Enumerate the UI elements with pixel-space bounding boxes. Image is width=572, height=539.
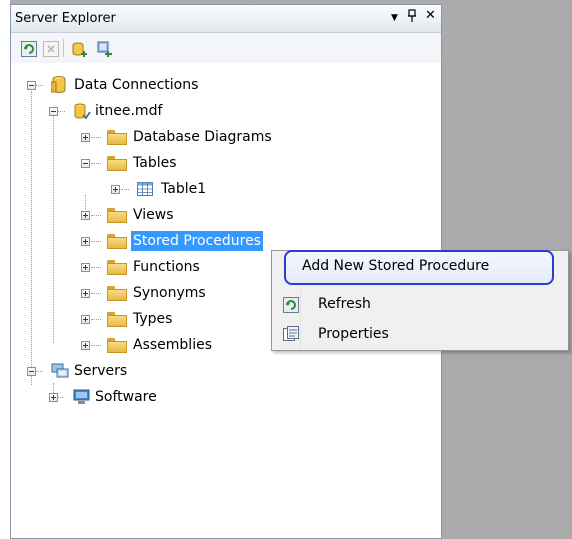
tree-label: Assemblies	[133, 337, 212, 353]
tree-node-database-diagrams[interactable]: Database Diagrams	[11, 127, 331, 147]
tree-label: Types	[133, 311, 173, 327]
menu-item-label: Refresh	[318, 296, 371, 312]
tree-node-database[interactable]: itnee.mdf	[11, 101, 271, 121]
collapse-toggle[interactable]	[27, 81, 36, 90]
tree-label: Servers	[74, 363, 128, 379]
folder-icon	[107, 260, 127, 275]
properties-icon	[283, 326, 299, 346]
close-icon[interactable]: ✕	[425, 8, 436, 23]
menu-item-label: Add New Stored Procedure	[302, 258, 490, 274]
computer-icon	[73, 389, 91, 409]
folder-icon	[107, 286, 127, 301]
tree-node-stored-procedures[interactable]: Stored Procedures	[11, 231, 311, 251]
expand-toggle[interactable]	[111, 185, 120, 194]
folder-icon	[107, 234, 127, 249]
toolbar-separator	[63, 39, 64, 57]
pin-icon[interactable]	[407, 9, 417, 27]
panel-toolbar	[11, 33, 441, 63]
tree-node-types[interactable]: Types	[11, 309, 271, 329]
data-connections-icon	[50, 76, 67, 98]
servers-icon	[51, 363, 69, 383]
tree-node-tables[interactable]: Tables	[11, 153, 271, 173]
tree-node-views[interactable]: Views	[11, 205, 271, 225]
collapse-toggle[interactable]	[81, 159, 90, 168]
tree-label: Data Connections	[74, 77, 199, 93]
folder-icon	[107, 130, 127, 145]
tree-node-synonyms[interactable]: Synonyms	[11, 283, 271, 303]
tree-node-data-connections[interactable]: Data Connections	[11, 75, 271, 95]
tree-label: Table1	[161, 181, 207, 197]
expand-toggle[interactable]	[81, 211, 90, 220]
expand-toggle[interactable]	[81, 289, 90, 298]
connect-to-server-icon[interactable]	[95, 41, 113, 57]
tree-label: itnee.mdf	[95, 103, 163, 119]
folder-icon	[107, 208, 127, 223]
refresh-icon	[283, 297, 299, 317]
tree-node-software[interactable]: Software	[11, 387, 271, 407]
folder-icon	[107, 312, 127, 327]
expand-toggle[interactable]	[81, 341, 90, 350]
tree-label: Database Diagrams	[133, 129, 272, 145]
tree-label: Views	[133, 207, 174, 223]
folder-icon	[107, 156, 127, 171]
menu-item-properties[interactable]: Properties	[274, 321, 566, 349]
tree-label: Software	[95, 389, 157, 405]
tree-node-servers[interactable]: Servers	[11, 361, 271, 381]
tree-node-table1[interactable]: Table1	[11, 179, 271, 199]
dropdown-arrow-icon[interactable]: ▼	[391, 13, 398, 23]
table-icon	[137, 182, 153, 200]
expand-toggle[interactable]	[81, 263, 90, 272]
connect-to-database-icon[interactable]	[71, 41, 89, 57]
expand-toggle[interactable]	[81, 237, 90, 246]
stop-icon[interactable]	[43, 41, 59, 57]
tree-label: Tables	[133, 155, 177, 171]
database-file-icon	[73, 103, 91, 125]
folder-icon	[107, 338, 127, 353]
collapse-toggle[interactable]	[49, 107, 58, 116]
tree-node-assemblies[interactable]: Assemblies	[11, 335, 271, 355]
tree-label-selected: Stored Procedures	[131, 231, 263, 251]
expand-toggle[interactable]	[81, 133, 90, 142]
expand-toggle[interactable]	[81, 315, 90, 324]
collapse-toggle[interactable]	[27, 367, 36, 376]
panel-title: Server Explorer	[15, 11, 116, 26]
panel-titlebar: Server Explorer ▼ ✕	[11, 5, 441, 33]
menu-item-refresh[interactable]: Refresh	[274, 291, 566, 319]
menu-item-add-new-stored-procedure[interactable]: Add New Stored Procedure	[284, 250, 554, 285]
expand-toggle[interactable]	[49, 393, 58, 402]
tree-label: Synonyms	[133, 285, 206, 301]
refresh-icon[interactable]	[21, 41, 37, 57]
menu-item-label: Properties	[318, 326, 389, 342]
tree-node-functions[interactable]: Functions	[11, 257, 271, 277]
tree-label: Functions	[133, 259, 200, 275]
